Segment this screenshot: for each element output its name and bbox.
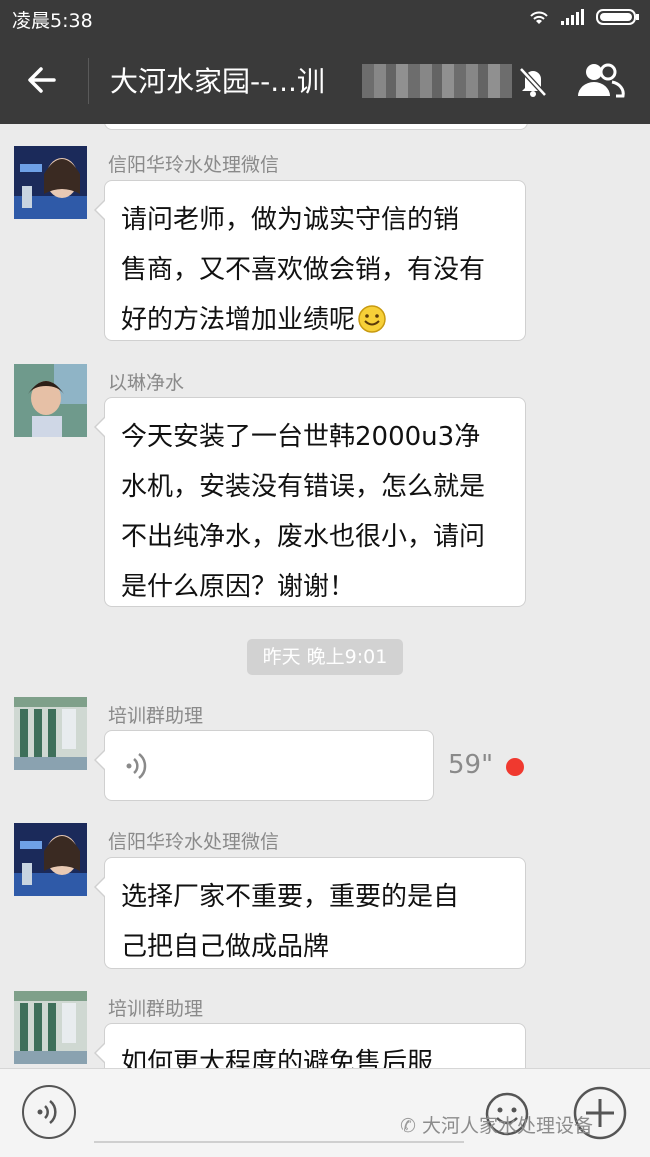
sender-name: 信阳华玲水处理微信 — [108, 831, 280, 853]
avatar-image — [14, 146, 87, 219]
unread-dot — [506, 758, 524, 776]
message-bubble[interactable]: 请问老师，做为诚实守信的销 售商，又不喜欢做会销，有没有 好的方法增加业绩呢 — [94, 180, 526, 341]
message-line: 不出纯净水，废水也很小，请问 — [121, 522, 486, 552]
message-line: 今天安装了一台世韩2000u3净 — [121, 422, 481, 452]
message-bubble[interactable]: 如何更大程度的避免售后服 — [94, 1023, 526, 1068]
signal-icon — [561, 9, 584, 25]
avatar[interactable] — [14, 146, 87, 219]
avatar-image — [14, 364, 87, 437]
input-bar: ✆ 大河人家水处理设备 — [0, 1068, 650, 1157]
wifi-icon — [530, 11, 548, 24]
redacted-title-area — [362, 64, 512, 98]
avatar-image — [14, 823, 87, 896]
group-members-icon[interactable] — [574, 60, 626, 100]
message-line: 己把自己做成品牌 — [121, 932, 330, 962]
avatar-image — [14, 697, 87, 770]
avatar-image — [14, 991, 87, 1064]
avatar[interactable] — [14, 364, 87, 437]
message-line: 是什么原因？谢谢！ — [121, 572, 356, 602]
previous-message-bubble — [104, 124, 528, 130]
watermark: ✆ 大河人家水处理设备 — [400, 1111, 593, 1138]
status-bar: 凌晨5:38 — [0, 0, 650, 36]
message-line: 选择厂家不重要，重要的是自 — [121, 882, 460, 912]
back-arrow-icon[interactable] — [22, 60, 62, 100]
message-bubble[interactable]: 选择厂家不重要，重要的是自 己把自己做成品牌 — [94, 857, 526, 969]
message-line-text: 好的方法增加业绩呢 — [121, 305, 356, 335]
header-divider — [88, 58, 89, 104]
sender-name: 培训群助理 — [108, 998, 204, 1020]
voice-input-button[interactable] — [22, 1085, 76, 1139]
sender-name: 信阳华玲水处理微信 — [108, 154, 280, 176]
watermark-text: 大河人家水处理设备 — [421, 1115, 593, 1137]
sender-name: 培训群助理 — [108, 705, 204, 727]
status-icons — [528, 8, 640, 26]
avatar[interactable] — [14, 991, 87, 1064]
message-line: 请问老师，做为诚实守信的销 — [121, 205, 460, 235]
message-list[interactable]: 信阳华玲水处理微信 请问老师，做为诚实守信的销 售商，又不喜欢做会销，有没有 好… — [0, 124, 650, 1068]
smile-emoji-icon — [358, 305, 386, 333]
voice-message-bubble[interactable] — [94, 730, 434, 801]
voice-duration: 59" — [448, 750, 494, 780]
message-line: 售商，又不喜欢做会销，有没有 — [121, 255, 486, 285]
wechat-logo-icon: ✆ — [400, 1115, 422, 1137]
voice-wave-icon — [37, 1100, 57, 1124]
message-line: 如何更大程度的避免售后服 — [121, 1048, 434, 1068]
mute-bell-icon — [519, 67, 547, 97]
avatar[interactable] — [14, 823, 87, 896]
message-bubble[interactable]: 今天安装了一台世韩2000u3净 水机，安装没有错误，怎么就是 不出纯净水，废水… — [94, 397, 526, 607]
status-time: 凌晨5:38 — [12, 10, 93, 32]
timestamp-divider: 昨天 晚上9:01 — [247, 639, 403, 675]
chat-header: 大河水家园--...训 — [0, 36, 650, 124]
text-input-underline[interactable] — [94, 1141, 464, 1143]
chat-title: 大河水家园--...训 — [110, 65, 325, 98]
message-line: 好的方法增加业绩呢 — [121, 295, 509, 345]
sender-name: 以琳净水 — [108, 372, 185, 394]
battery-icon — [596, 9, 639, 25]
message-line: 水机，安装没有错误，怎么就是 — [121, 472, 486, 502]
avatar[interactable] — [14, 697, 87, 770]
voice-wave-icon — [126, 753, 147, 779]
